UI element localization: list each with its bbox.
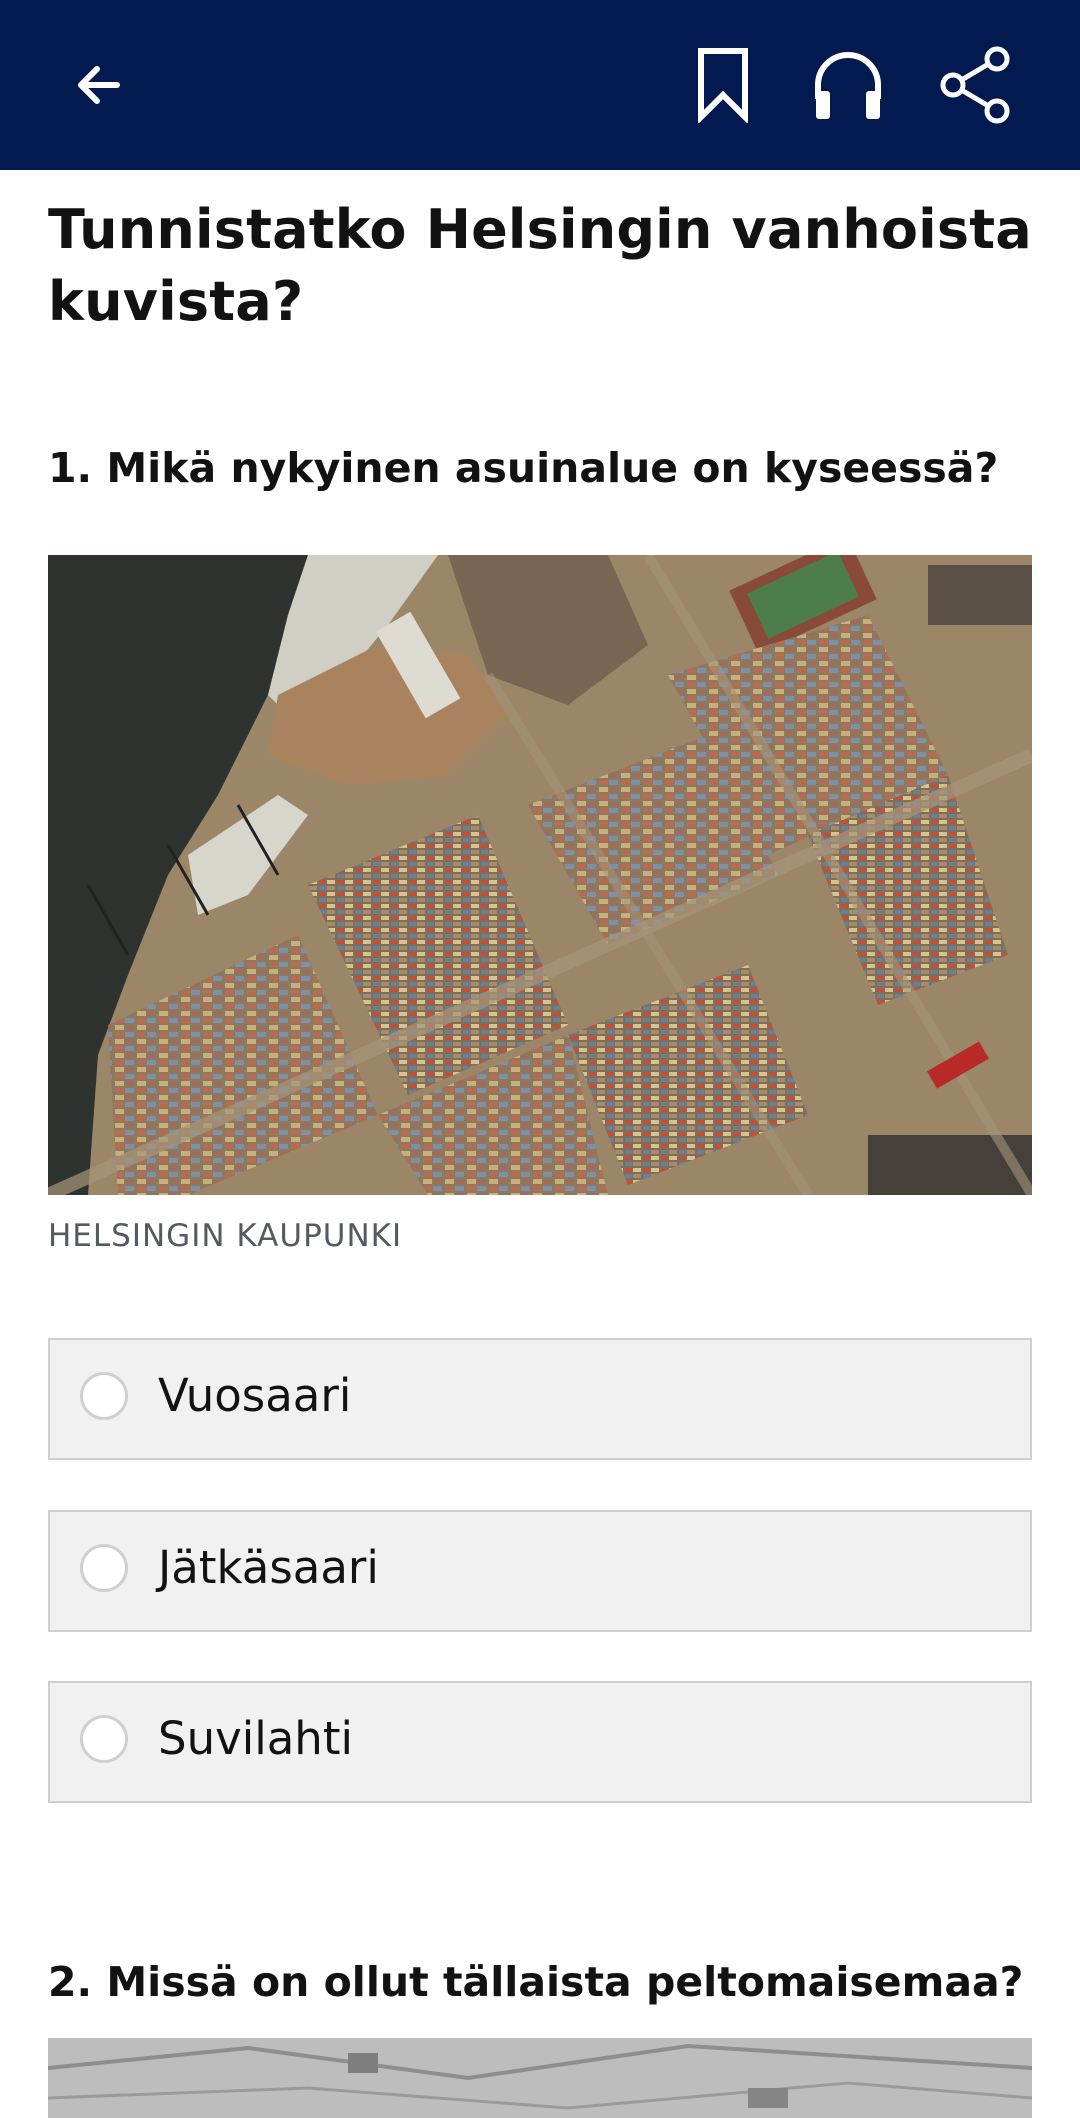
radio-button[interactable] xyxy=(80,1372,128,1420)
radio-button[interactable] xyxy=(80,1544,128,1592)
share-button[interactable] xyxy=(930,40,1020,130)
question-1-aerial-photo xyxy=(48,555,1032,1195)
answer-label: Jätkäsaari xyxy=(158,1541,379,1594)
question-2-photo xyxy=(48,2038,1032,2118)
image-credit: HELSINGIN KAUPUNKI xyxy=(48,1218,403,1254)
listen-button[interactable] xyxy=(803,40,893,130)
question-2-title: 2. Missä on ollut tällaista peltomaisema… xyxy=(48,1958,1024,2006)
back-button[interactable] xyxy=(54,40,144,130)
share-icon xyxy=(940,46,1010,124)
answer-option-jatkasaari[interactable]: Jätkäsaari xyxy=(48,1510,1032,1632)
question-1-title: 1. Mikä nykyinen asuinalue on kyseessä? xyxy=(48,444,999,492)
arrow-left-icon xyxy=(78,66,120,104)
bookmark-button[interactable] xyxy=(678,40,768,130)
answer-label: Vuosaari xyxy=(158,1369,352,1422)
answer-label: Suvilahti xyxy=(158,1712,353,1765)
top-app-bar xyxy=(0,0,1080,170)
answer-option-vuosaari[interactable]: Vuosaari xyxy=(48,1338,1032,1460)
headphones-icon xyxy=(815,52,881,119)
radio-button[interactable] xyxy=(80,1715,128,1763)
article-body: Tunnistatko Helsingin vanhoista kuvista?… xyxy=(48,170,1032,2118)
answer-option-suvilahti[interactable]: Suvilahti xyxy=(48,1681,1032,1803)
article-title: Tunnistatko Helsingin vanhoista kuvista? xyxy=(48,198,1032,333)
bookmark-icon xyxy=(698,48,748,123)
